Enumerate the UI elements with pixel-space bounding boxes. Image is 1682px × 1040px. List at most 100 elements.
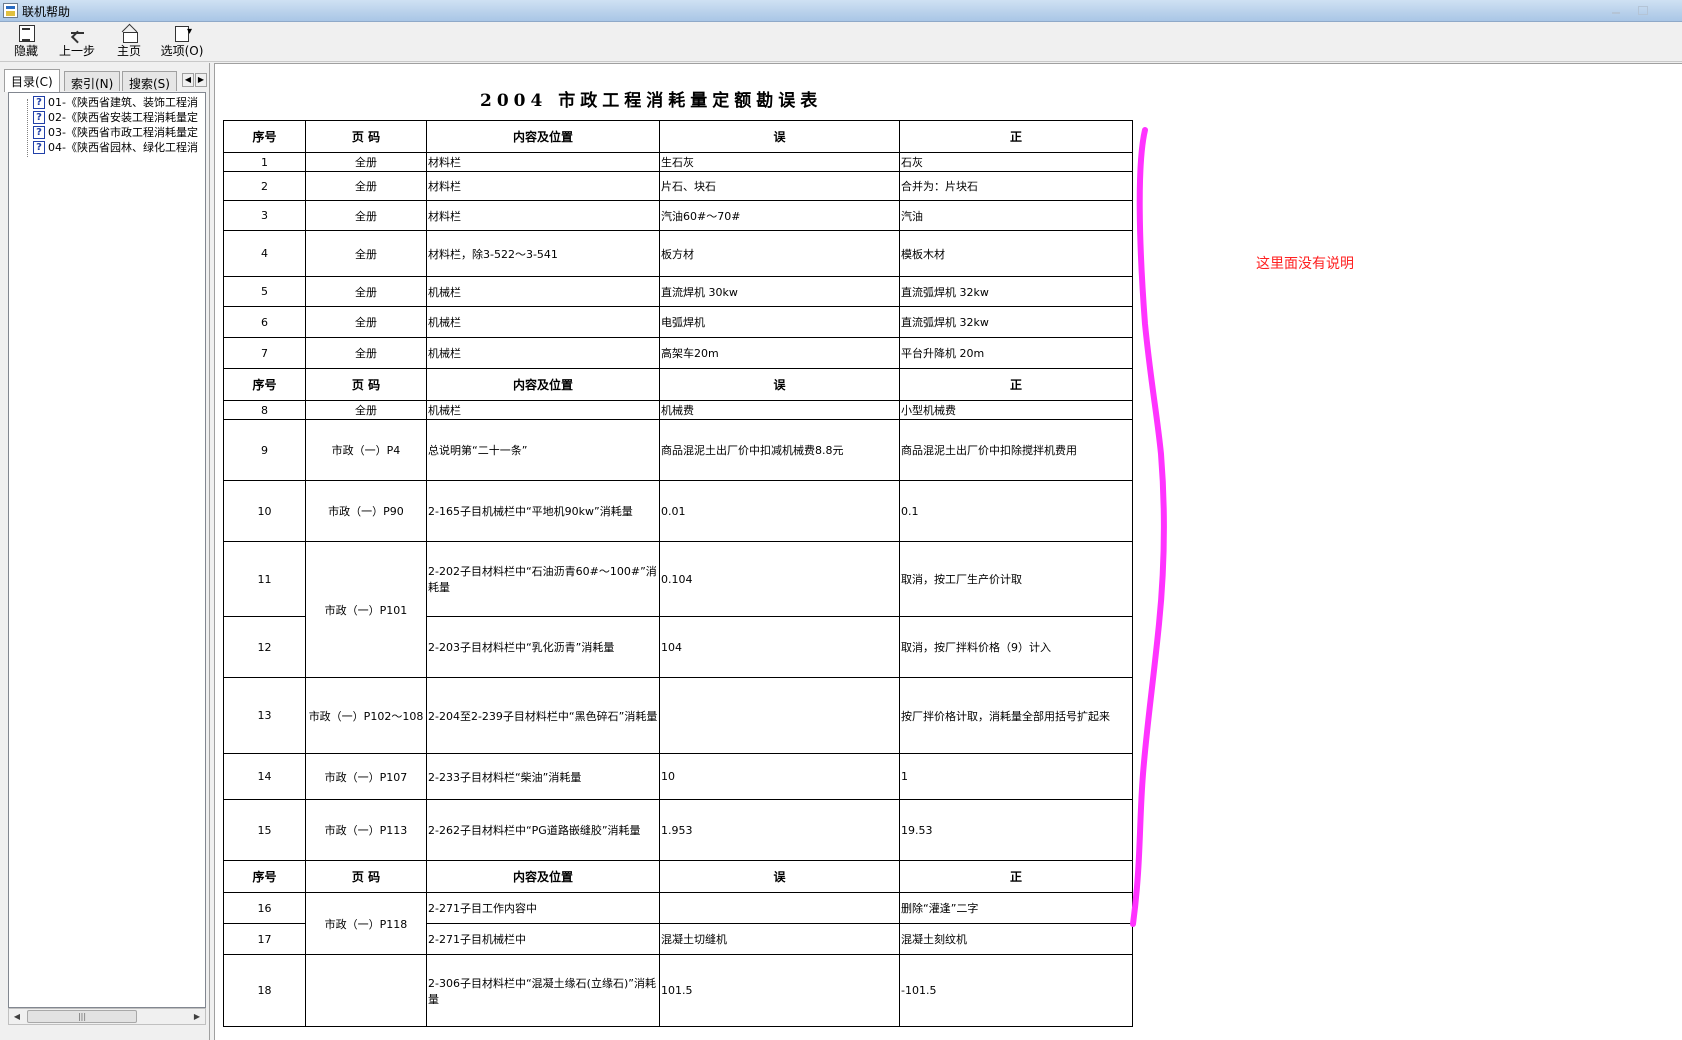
tree-item[interactable]: ? 04-《陕西省园林、绿化工程消 [33,140,198,155]
cell-wrong: 板方材 [659,230,900,277]
cell-page: 市政（一）P107 [305,753,427,800]
horizontal-scrollbar[interactable]: ◀ ||| ▶ [8,1008,206,1025]
cell-page: 市政（一）P118 [305,892,427,955]
cell-location: 机械栏 [426,337,660,369]
cell-page: 全册 [305,400,427,420]
help-topic-icon: ? [33,96,45,109]
cell-location: 2-202子目材料栏中“石油沥青60#～100#”消耗量 [426,541,660,617]
options-button[interactable]: 选项(O) [158,24,206,60]
back-label: 上一步 [58,44,95,58]
cell-wrong: 汽油60#～70# [659,200,900,231]
cell-page: 全册 [305,152,427,172]
cell-page: 市政（一）P4 [305,419,427,481]
cell-location: 机械栏 [426,306,660,338]
scroll-left-icon[interactable]: ◀ [9,1009,25,1024]
tree-item-label: 04-《陕西省园林、绿化工程消 [48,141,198,154]
header-cell: 正 [899,368,1133,401]
cell-location: 2-165子目机械栏中“平地机90kw”消耗量 [426,480,660,542]
tree-connector [27,99,28,157]
cell-correct: 1 [899,753,1133,800]
cell-wrong: 电弧焊机 [659,306,900,338]
window-title: 联机帮助 [22,5,71,19]
cell-no: 10 [223,480,306,542]
header-cell: 序号 [223,860,306,893]
cell-no: 12 [223,616,306,678]
cell-wrong: 直流焊机 30kw [659,276,900,307]
table-row: 11 市政（一）P101 2-202子目材料栏中“石油沥青60#～100#”消耗… [223,541,1133,678]
cell-page: 市政（一）P102～108 [305,677,427,754]
brace-annotation [1130,127,1167,927]
cell-correct: 取消，按厂拌料价格（9）计入 [899,616,1133,678]
cell-correct: -101.5 [899,954,1133,1027]
header-cell: 序号 [223,368,306,401]
scroll-right-icon[interactable]: ▶ [189,1009,205,1024]
table-row: 6 全册 机械栏 电弧焊机 直流弧焊机 32kw [223,306,1133,338]
table-row: 13 市政（一）P102～108 2-204至2-239子目材料栏中“黑色碎石”… [223,677,1133,754]
navigation-pane: 目录(C) 索引(N) 搜索(S) ◀ ▶ ? 01-《陕西省建筑、装饰工程消 ?… [0,63,210,1040]
tab-index[interactable]: 索引(N) [64,71,121,91]
cell-location: 材料栏 [426,152,660,172]
cell-wrong: 混凝土切缝机 [659,923,900,955]
cell-no: 11 [223,541,306,617]
cell-no: 8 [223,400,306,420]
hide-button[interactable]: 隐藏 [8,24,44,60]
cell-correct: 汽油 [899,200,1133,231]
cell-location: 总说明第“二十一条” [426,419,660,481]
table-header-row: 序号 页 码 内容及位置 误 正 [223,860,1133,893]
scroll-thumb[interactable]: ||| [27,1010,137,1023]
cell-no: 1 [223,152,306,172]
table-row: 5 全册 机械栏 直流焊机 30kw 直流弧焊机 32kw [223,276,1133,307]
options-icon [171,24,193,42]
cell-page: 全册 [305,276,427,307]
nav-tabs: 目录(C) 索引(N) 搜索(S) ◀ ▶ [4,69,208,92]
cell-page: 市政（一）P101 [305,541,427,678]
cell-no: 13 [223,677,306,754]
cell-page: 全册 [305,200,427,231]
cell-wrong: 高架车20m [659,337,900,369]
back-button[interactable]: 上一步 [56,24,98,60]
tree-item[interactable]: ? 02-《陕西省安装工程消耗量定 [33,110,198,125]
table-row: 18 2-306子目材料栏中“混凝土缘石(立缘石)”消耗量 101.5 -101… [223,954,1133,1027]
table-header-row: 序号 页 码 内容及位置 误 正 [223,368,1133,401]
table-row: 10 市政（一）P90 2-165子目机械栏中“平地机90kw”消耗量 0.01… [223,480,1133,542]
header-cell: 误 [659,860,900,893]
help-topic-icon: ? [33,111,45,124]
cell-wrong: 0.104 [659,541,900,617]
cell-location: 2-271子目工作内容中 [426,892,660,924]
cell-no: 7 [223,337,306,369]
home-icon [118,24,140,43]
tree-item[interactable]: ? 01-《陕西省建筑、装饰工程消 [33,95,198,110]
cell-wrong: 商品混泥土出厂价中扣减机械费8.8元 [659,419,900,481]
cell-correct: 合并为：片块石 [899,171,1133,201]
cell-location: 2-203子目材料栏中“乳化沥青”消耗量 [426,616,660,678]
annotation-note: 这里面没有说明 [1256,256,1354,272]
tree-item[interactable]: ? 03-《陕西省市政工程消耗量定 [33,125,198,140]
table-row: 16 市政（一）P118 2-271子目工作内容中 删除“灌逢”二字 [223,892,1133,955]
cell-no: 18 [223,954,306,1027]
hide-icon [15,24,37,42]
cell-no: 5 [223,276,306,307]
tab-contents[interactable]: 目录(C) [4,69,60,92]
cell-location: 材料栏 [426,171,660,201]
cell-wrong: 101.5 [659,954,900,1027]
cell-no: 3 [223,200,306,231]
options-label: 选项(O) [160,44,204,58]
cell-correct: 小型机械费 [899,400,1133,420]
home-button[interactable]: 主页 [114,24,144,60]
tab-search[interactable]: 搜索(S) [122,71,177,91]
maximize-icon[interactable] [1630,2,1654,18]
cell-wrong: 104 [659,616,900,678]
cell-wrong: 机械费 [659,400,900,420]
minimize-icon[interactable] [1604,2,1628,18]
header-cell: 页 码 [305,860,427,893]
header-cell: 误 [659,120,900,153]
cell-location: 机械栏 [426,400,660,420]
cell-correct: 19.53 [899,799,1133,861]
cell-location: 2-306子目材料栏中“混凝土缘石(立缘石)”消耗量 [426,954,660,1027]
tab-scroll-right-icon[interactable]: ▶ [195,73,207,87]
cell-wrong [659,677,900,754]
content-pane: 2004 市政工程消耗量定额勘误表 序号 页 码 内容及位置 误 正 1 全册 … [214,63,1682,1040]
contents-tree: ? 01-《陕西省建筑、装饰工程消 ? 02-《陕西省安装工程消耗量定 ? 03-《陕… [8,92,206,1008]
errata-table: 序号 页 码 内容及位置 误 正 1 全册 材料栏 生石灰 石灰 2 全册 材料… [223,120,1133,1027]
tab-scroll-left-icon[interactable]: ◀ [182,73,194,87]
